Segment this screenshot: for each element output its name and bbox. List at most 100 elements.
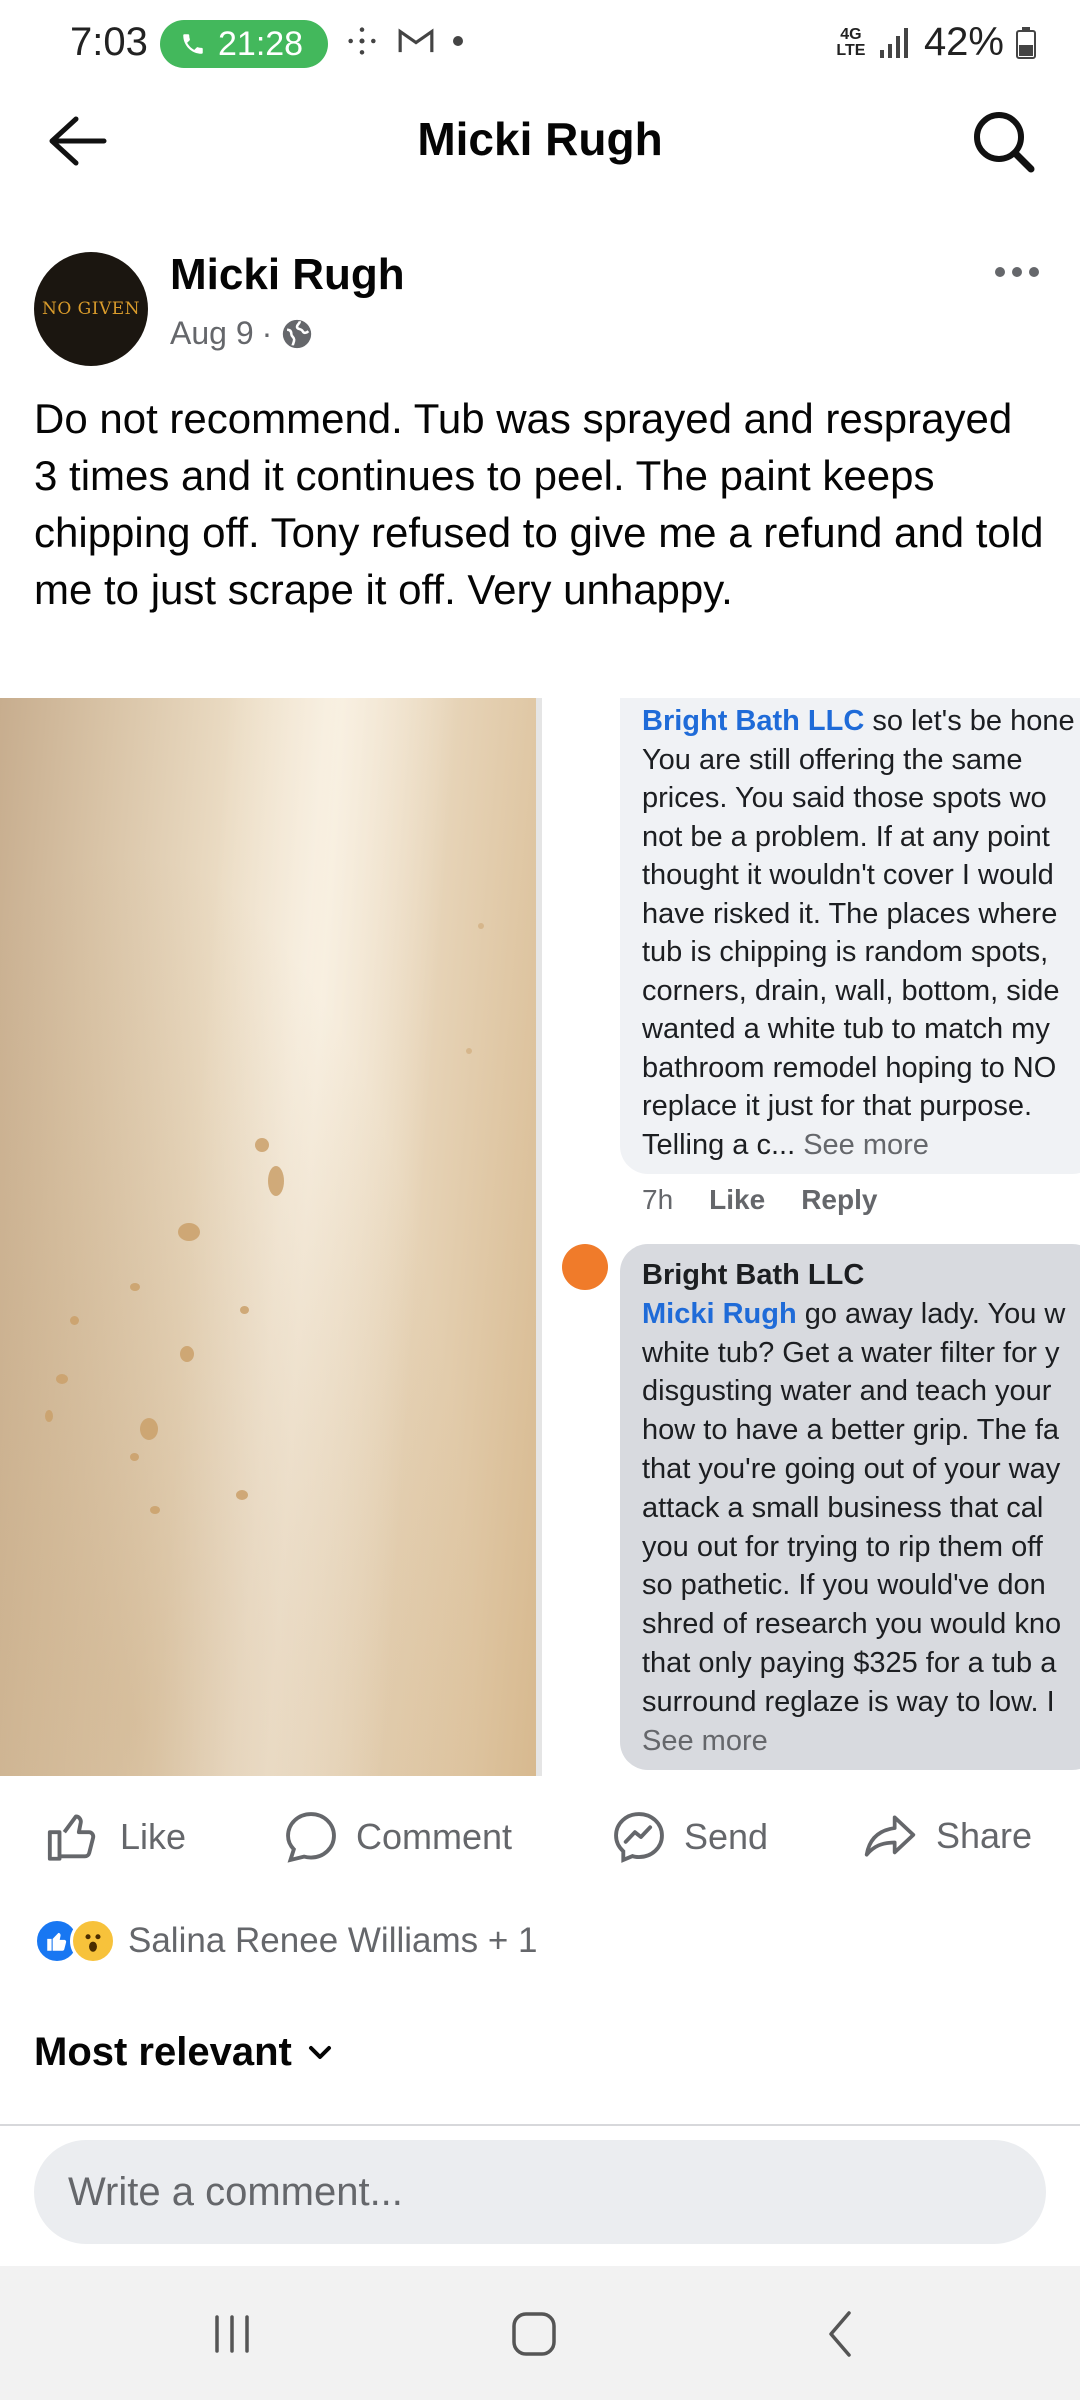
send-button[interactable]: Send [610, 1808, 768, 1866]
comment-line: replace it just for that purpose. [642, 1090, 1033, 1122]
comment-line: so pathetic. If you would've don [642, 1569, 1046, 1602]
paint-chip [56, 1374, 68, 1384]
comment-line: surround reglaze is way to low. I [642, 1685, 1055, 1718]
paint-chip [130, 1283, 140, 1291]
comment-line: have risked it. The places where [642, 897, 1058, 930]
comment-icon [286, 1812, 336, 1863]
system-navigation-bar [0, 2266, 1080, 2400]
post-body-text: Do not recommend. Tub was sprayed and re… [34, 395, 1044, 613]
comment-line: shred of research you would kno [642, 1608, 1062, 1641]
ongoing-call-pill[interactable]: 21:28 [160, 20, 328, 68]
page-title: Micki Rugh [417, 113, 663, 165]
send-label: Send [684, 1816, 769, 1857]
search-button[interactable] [968, 106, 1040, 178]
globe-icon [283, 319, 312, 348]
comment-text: so let's be hone [864, 705, 1075, 737]
battery-percent: 42% [923, 20, 1004, 64]
mention-link: Bright Bath LLC [642, 705, 865, 737]
more-dots-icon [995, 267, 1005, 277]
thumbs-up-icon [47, 1932, 67, 1951]
comment-line: prices. You said those spots wo [642, 782, 1047, 814]
comment-line: thought it wouldn't cover I would [642, 859, 1054, 891]
like-label: Like [120, 1816, 187, 1857]
share-label: Share [936, 1815, 1033, 1856]
comment-bubble-1: Bright Bath LLC so let's be hone You are… [620, 698, 1080, 1174]
paint-chip [140, 1418, 158, 1440]
like-button[interactable]: Like [44, 1808, 186, 1866]
author-avatar[interactable]: NO GIVEN [34, 252, 148, 366]
comment-line: white tub? Get a water filter for y [642, 1336, 1060, 1369]
comment-line: You are still offering the same [642, 743, 1023, 776]
comment-line: that you're going out of your way [642, 1452, 1061, 1485]
signal-icon [879, 27, 908, 58]
post-action-bar: Like Comment Send Share [0, 1778, 1080, 1906]
chevron-down-icon [308, 2045, 331, 2059]
home-icon [512, 2312, 556, 2356]
share-icon [864, 1815, 916, 1857]
business-avatar [562, 1244, 608, 1290]
battery-icon [1016, 26, 1036, 59]
comment-line: tub is chipping is random spots, [642, 936, 1049, 968]
avatar-logo-text: NO GIVEN [41, 299, 141, 319]
share-button[interactable]: Share [860, 1808, 1032, 1864]
comment-line: Bright Bath LLC so let's be hone [642, 702, 1080, 741]
comment-composer [0, 2126, 1080, 2266]
comment-text: go away lady. You w [796, 1297, 1066, 1330]
comment-sort-dropdown[interactable]: Most relevant [34, 2030, 332, 2075]
comment-bubble-2: Bright Bath LLC Micki Rugh go away lady.… [620, 1244, 1080, 1770]
thumbs-up-icon [47, 1814, 96, 1861]
comment-line: not be a problem. If at any point [642, 820, 1050, 853]
status-time: 7:03 [70, 20, 148, 64]
comment-input[interactable] [34, 2140, 1046, 2244]
comment-line: corners, drain, wall, bottom, side [642, 974, 1060, 1007]
home-button[interactable] [494, 2304, 574, 2364]
wow-reaction-icon [70, 1918, 116, 1964]
system-back-button[interactable] [800, 2304, 880, 2364]
comment-author: Bright Bath LLC [642, 1259, 865, 1291]
comment-line: how to have a better grip. The fa [642, 1414, 1060, 1447]
more-dot [1012, 267, 1022, 277]
comment-button[interactable]: Comment [282, 1808, 512, 1866]
network-type-icon: 4G LTE [836, 25, 866, 59]
comment-line: Telling a c... See more [642, 1126, 1080, 1165]
status-bar: 7:03 21:28 4G LTE 42% [0, 0, 1080, 90]
chevron-left-icon [829, 2311, 851, 2357]
comment-reply-label: Reply [801, 1184, 878, 1215]
paint-chip [255, 1138, 269, 1152]
photo-shade [0, 698, 536, 1776]
paint-chip [268, 1166, 284, 1196]
top-app-bar: Micki Rugh [0, 90, 1080, 190]
comment-like-label: Like [709, 1184, 766, 1215]
paint-chip [240, 1306, 249, 1314]
recent-apps-icon [215, 2315, 249, 2353]
comment-line: Micki Rugh go away lady. You w [642, 1295, 1080, 1334]
reactions-names: Salina Renee Williams + 1 [128, 1921, 538, 1960]
call-duration: 21:28 [218, 24, 304, 63]
messenger-icon [614, 1812, 664, 1863]
sort-label: Most relevant [34, 2030, 292, 2074]
post-author-name[interactable]: Micki Rugh [170, 250, 405, 300]
paint-chip [150, 1506, 160, 1514]
reactions-summary[interactable]: Salina Renee Williams + 1 [34, 1918, 538, 1964]
paint-chip [180, 1346, 194, 1362]
comment-line: attack a small business that cal [642, 1491, 1044, 1524]
post-date[interactable]: Aug 9 [170, 315, 254, 352]
paint-chip [70, 1316, 79, 1325]
paint-chip [130, 1453, 139, 1461]
comment-actions: 7h Like Reply [642, 1184, 877, 1216]
facebook-comments-screenshot: Bright Bath LLC so let's be hone You are… [542, 698, 1080, 1776]
see-more-link: See more [642, 1724, 768, 1757]
paint-chip [236, 1490, 248, 1500]
meta-separator: · [261, 315, 273, 351]
post-meta: Aug 9 · [170, 315, 314, 352]
see-more-link: See more [803, 1128, 929, 1161]
paint-chip [478, 923, 484, 929]
recent-apps-button[interactable] [192, 2304, 272, 2364]
post-image[interactable]: Bright Bath LLC so let's be hone You are… [0, 698, 1080, 1776]
post-options-button[interactable] [982, 252, 1052, 292]
comment-line: that only paying $325 for a tub a [642, 1646, 1057, 1679]
comment-line: bathroom remodel hoping to NO [642, 1051, 1057, 1084]
notification-dot-icon [453, 36, 463, 46]
bathtub-photo [0, 698, 536, 1776]
comment-label: Comment [356, 1816, 513, 1857]
